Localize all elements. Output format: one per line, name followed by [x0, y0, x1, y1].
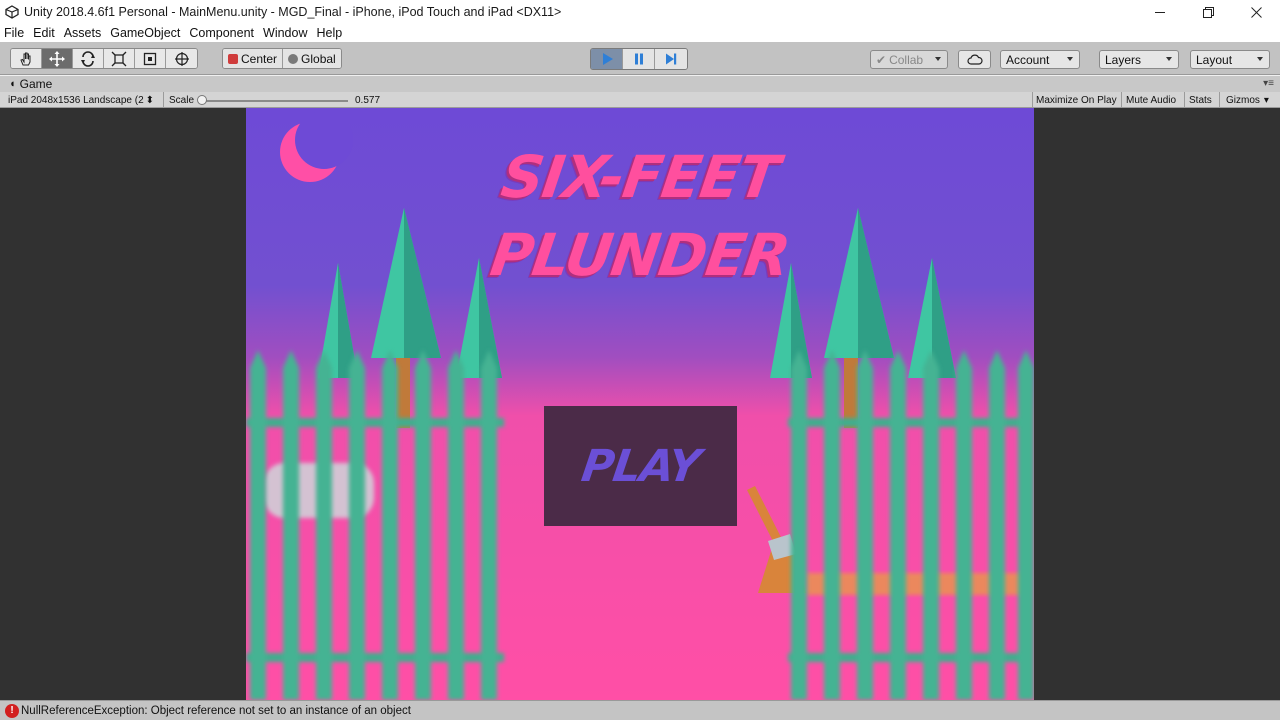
scale-slider-handle[interactable]	[197, 95, 207, 105]
scale-slider-track[interactable]	[200, 100, 348, 102]
pivot-rotation-button[interactable]: Global	[283, 49, 341, 68]
chevron-down-icon	[1166, 57, 1172, 61]
game-view-controls: iPad 2048x1536 Landscape (2 ⬍ Scale 0.57…	[0, 92, 1280, 108]
unity-logo-icon	[5, 5, 19, 19]
game-viewport[interactable]: SIX-FEET PLUNDER PLAY	[0, 108, 1280, 700]
game-screen: SIX-FEET PLUNDER PLAY	[246, 108, 1034, 700]
play-icon	[602, 53, 613, 65]
game-title-line1: SIX-FEET	[497, 143, 783, 211]
restore-icon[interactable]	[1184, 0, 1232, 24]
menu-gameobject[interactable]: GameObject	[110, 26, 180, 40]
right-fence	[788, 350, 1034, 700]
layout-label: Layout	[1196, 52, 1233, 67]
collab-button[interactable]: ✔ Collab	[870, 50, 948, 69]
minimize-icon[interactable]	[1136, 0, 1184, 24]
account-dropdown[interactable]: Account	[1000, 50, 1080, 69]
scale-tool-icon[interactable]	[104, 49, 135, 68]
rect-tool-icon[interactable]	[135, 49, 166, 68]
toolbar: Center Global ✔ Collab Account Layers La…	[0, 42, 1280, 75]
tab-game[interactable]: ◖ Game	[0, 77, 52, 91]
close-icon[interactable]	[1232, 0, 1280, 24]
menu-file[interactable]: File	[4, 26, 24, 40]
chevron-updown-icon: ⬍	[145, 94, 155, 106]
scale-value: 0.577	[355, 94, 381, 106]
layout-dropdown[interactable]: Layout	[1190, 50, 1270, 69]
chevron-down-icon	[1067, 57, 1073, 61]
panel-menu-icon[interactable]: ▾≡	[1263, 78, 1274, 89]
play-button[interactable]: PLAY	[544, 406, 737, 526]
move-tool-icon[interactable]	[42, 49, 73, 68]
globe-icon	[288, 53, 299, 64]
pivot-mode-label: Center	[241, 51, 278, 66]
game-tab-bar: ◖ Game ▾≡	[0, 76, 1280, 92]
chevron-down-icon	[935, 57, 941, 61]
chevron-down-icon: ▾	[1263, 94, 1269, 106]
pivot-controls: Center Global	[222, 48, 342, 69]
title-bar: Unity 2018.4.6f1 Personal - MainMenu.uni…	[0, 0, 1280, 24]
step-icon	[666, 53, 677, 65]
layers-label: Layers	[1105, 52, 1142, 67]
layers-dropdown[interactable]: Layers	[1099, 50, 1179, 69]
status-bar[interactable]: ! NullReferenceException: Object referen…	[0, 700, 1280, 720]
play-button[interactable]	[591, 49, 623, 69]
collab-label: Collab	[889, 52, 924, 67]
chevron-down-icon	[1257, 57, 1263, 61]
playback-controls	[590, 48, 688, 70]
pivot-rotation-label: Global	[301, 51, 336, 66]
play-button-label: PLAY	[578, 440, 703, 492]
gizmos-label: Gizmos	[1226, 94, 1260, 106]
menu-component[interactable]: Component	[189, 26, 254, 40]
pause-button[interactable]	[623, 49, 655, 69]
cloud-icon	[966, 54, 983, 65]
pacman-icon: ◖	[9, 78, 16, 90]
maximize-on-play-toggle[interactable]: Maximize On Play	[1036, 92, 1117, 108]
tab-game-label: Game	[19, 77, 53, 91]
step-button[interactable]	[655, 49, 687, 69]
menu-help[interactable]: Help	[316, 26, 342, 40]
hand-tool-icon[interactable]	[11, 49, 42, 68]
gizmos-dropdown[interactable]: Gizmos ▾	[1226, 92, 1269, 108]
menu-assets[interactable]: Assets	[64, 26, 102, 40]
account-label: Account	[1006, 52, 1050, 67]
window-title: Unity 2018.4.6f1 Personal - MainMenu.uni…	[24, 5, 562, 19]
scale-label: Scale	[169, 94, 195, 106]
transform-tools	[10, 48, 198, 69]
resolution-label: iPad 2048x1536 Landscape (2	[8, 94, 144, 106]
rotate-tool-icon[interactable]	[73, 49, 104, 68]
menu-edit[interactable]: Edit	[33, 26, 55, 40]
left-fence	[246, 350, 504, 700]
mute-audio-toggle[interactable]: Mute Audio	[1126, 92, 1176, 108]
pause-icon	[634, 53, 643, 65]
pivot-mode-button[interactable]: Center	[223, 49, 284, 68]
menu-window[interactable]: Window	[263, 26, 307, 40]
error-icon: !	[5, 703, 19, 718]
menu-bar: File Edit Assets GameObject Component Wi…	[0, 24, 1280, 42]
pivot-center-icon	[228, 53, 238, 64]
transform-tool-icon[interactable]	[166, 49, 197, 68]
cloud-button[interactable]	[958, 50, 991, 69]
check-icon: ✔	[876, 52, 887, 67]
game-title-line2: PLUNDER	[486, 221, 794, 289]
stats-toggle[interactable]: Stats	[1189, 92, 1212, 108]
status-message: NullReferenceException: Object reference…	[21, 704, 411, 717]
resolution-dropdown[interactable]: iPad 2048x1536 Landscape (2 ⬍	[8, 92, 154, 108]
